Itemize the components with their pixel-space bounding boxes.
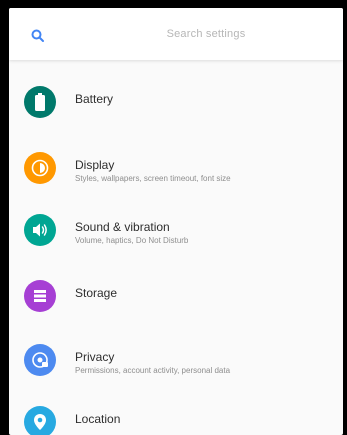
location-pin-icon xyxy=(24,406,56,435)
settings-item-title: Battery xyxy=(75,92,114,106)
settings-item-sound-vibration[interactable]: Sound & vibration Volume, haptics, Do No… xyxy=(9,198,343,256)
settings-item-storage[interactable]: Storage xyxy=(9,264,343,322)
volume-icon xyxy=(24,214,56,246)
settings-item-subtitle: Styles, wallpapers, screen timeout, font… xyxy=(75,174,231,183)
settings-item-subtitle: Permissions, account activity, personal … xyxy=(75,366,231,375)
search-bar[interactable]: Search settings xyxy=(9,8,343,60)
settings-item-title: Display xyxy=(75,158,115,172)
settings-item-subtitle: Volume, haptics, Do Not Disturb xyxy=(75,236,189,245)
settings-item-title: Storage xyxy=(75,286,118,300)
settings-item-privacy[interactable]: Privacy Permissions, account activity, p… xyxy=(9,328,343,386)
battery-icon xyxy=(24,86,56,118)
settings-item-display[interactable]: Display Styles, wallpapers, screen timeo… xyxy=(9,136,343,194)
storage-icon xyxy=(24,280,56,312)
privacy-icon xyxy=(24,344,56,376)
brightness-icon xyxy=(24,152,56,184)
search-input[interactable]: Search settings xyxy=(79,28,333,40)
search-icon[interactable] xyxy=(30,28,46,44)
settings-item-location[interactable]: Location xyxy=(9,390,343,435)
settings-item-title: Sound & vibration xyxy=(75,220,170,234)
settings-screen: Search settings Battery Display Styles, … xyxy=(9,8,343,435)
settings-item-title: Location xyxy=(75,412,121,426)
settings-item-title: Privacy xyxy=(75,350,115,364)
settings-item-battery[interactable]: Battery xyxy=(9,70,343,128)
